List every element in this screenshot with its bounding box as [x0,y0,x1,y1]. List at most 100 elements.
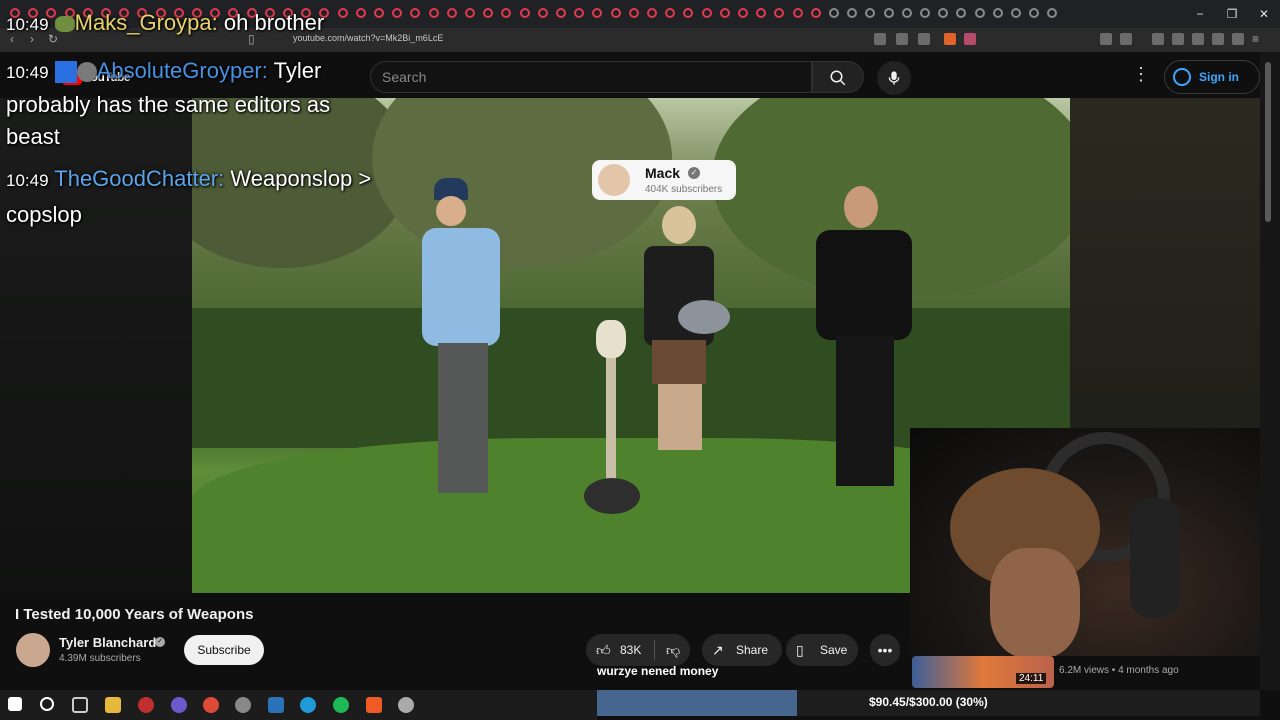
share-icon: ↗ [712,642,724,658]
tab-favicon-icon[interactable] [428,8,439,18]
tab-favicon-icon[interactable] [556,8,566,18]
tab-favicon-icon[interactable] [701,8,712,18]
reading-list-icon[interactable] [1172,33,1184,45]
tab-favicon-icon[interactable] [501,8,512,18]
tab-favicon-icon[interactable] [938,8,949,18]
tab-favicon-icon[interactable] [537,8,548,18]
tab-favicon-icon[interactable] [738,8,748,18]
chat-message: 10:49 Maks_Groypa: oh brother [6,10,324,36]
streamer-face [990,548,1080,656]
chrome-icon[interactable] [203,697,219,713]
app-icon[interactable] [138,697,154,713]
like-count[interactable]: 83K [620,634,641,666]
steam-icon[interactable] [268,697,284,713]
chat-text: Tyler [273,58,322,83]
verified-icon: ✓ [688,167,700,179]
tab-favicon-icon[interactable] [647,8,657,18]
tab-favicon-icon[interactable] [883,8,894,18]
related-video-duration: 24:11 [1016,673,1047,684]
tab-favicon-icon[interactable] [574,8,585,18]
edge-icon[interactable] [300,697,316,713]
discord-icon[interactable] [171,697,187,713]
media-icon[interactable] [1152,33,1164,45]
tab-favicon-icon[interactable] [974,8,985,18]
file-explorer-icon[interactable] [105,697,121,713]
tab-favicon-icon[interactable] [392,8,403,18]
search-input[interactable]: Search [370,61,812,93]
tab-favicon-icon[interactable] [519,8,530,18]
screen-icon[interactable] [874,33,886,45]
leo-icon[interactable] [1212,33,1224,45]
tab-favicon-icon[interactable] [810,8,821,18]
chat-time: 10:49 [6,63,49,82]
search-button[interactable] [812,61,864,93]
tab-favicon-icon[interactable] [355,8,366,18]
tab-favicon-icon[interactable] [792,8,803,18]
tab-favicon-icon[interactable] [920,8,930,18]
dislike-icon[interactable]: 👎︎ [666,634,680,666]
tab-favicon-icon[interactable] [665,8,676,18]
tab-favicon-icon[interactable] [829,8,839,18]
minimize-button[interactable]: − [1184,0,1216,28]
restore-button[interactable]: ❐ [1216,0,1248,28]
tab-favicon-icon[interactable] [1029,8,1040,18]
wallet-icon[interactable] [1192,33,1204,45]
tab-favicon-icon[interactable] [901,8,912,18]
tab-favicon-icon[interactable] [610,8,621,18]
donation-goal-bar: $90.45/$300.00 (30%) [597,690,1260,716]
close-window-button[interactable]: ✕ [1248,0,1280,28]
tab-favicon-icon[interactable] [374,8,384,18]
brave-shield-icon[interactable] [944,33,956,45]
tab-favicon-icon[interactable] [956,8,967,18]
app-icon[interactable] [398,697,414,713]
voice-search-button[interactable] [877,61,911,95]
tab-favicon-icon[interactable] [847,8,858,18]
save-button[interactable]: ▯ Save [786,634,858,666]
zoom-icon[interactable] [896,33,908,45]
start-icon[interactable] [8,697,22,711]
menu-icon[interactable]: ≡ [1252,32,1259,46]
chat-time: 10:49 [6,171,49,190]
tab-favicon-icon[interactable] [628,8,639,18]
extensions-icon[interactable] [1100,33,1112,45]
scrollbar-thumb[interactable] [1265,62,1271,222]
brave-icon[interactable] [366,697,382,713]
headset-earcup [1130,498,1180,618]
settings-more-icon[interactable]: ⋮ [1132,64,1150,85]
creator-avatar [598,164,630,196]
rewards-icon[interactable] [964,33,976,45]
tab-favicon-icon[interactable] [337,8,348,18]
share-page-icon[interactable] [918,33,930,45]
creator-name: Mack [645,165,681,181]
sidebar-icon[interactable] [1120,33,1132,45]
tab-favicon-icon[interactable] [756,8,767,18]
vpn-icon[interactable] [1232,33,1244,45]
tab-favicon-icon[interactable] [719,8,730,18]
tab-favicon-icon[interactable] [774,8,785,18]
chat-separator: : [218,166,225,191]
tab-favicon-icon[interactable] [1011,8,1021,18]
more-actions-button[interactable]: ••• [870,634,900,666]
tab-favicon-icon[interactable] [446,8,457,18]
tab-favicon-icon[interactable] [865,8,876,18]
app-icon[interactable] [235,697,251,713]
subscribe-button[interactable]: Subscribe [184,635,264,665]
task-view-icon[interactable] [72,697,88,713]
donation-goal-fill [597,690,797,716]
creator-card[interactable]: Mack ✓ 404K subscribers [592,160,736,200]
tab-favicon-icon[interactable] [483,8,494,18]
tab-favicon-icon[interactable] [592,8,603,18]
channel-name[interactable]: Tyler Blanchard [59,635,156,650]
like-icon[interactable]: 👍︎ [596,634,611,666]
channel-avatar[interactable] [16,633,50,667]
tab-favicon-icon[interactable] [465,8,475,18]
tab-favicon-icon[interactable] [683,8,694,18]
sign-in-button[interactable]: Sign in [1164,60,1260,94]
tab-favicon-icon[interactable] [410,8,421,18]
search-icon[interactable] [40,697,54,711]
tab-favicon-icon[interactable] [1047,8,1058,18]
tab-favicon-icon[interactable] [992,8,1003,18]
page-scrollbar[interactable] [1260,52,1280,690]
spotify-icon[interactable] [333,697,349,713]
share-button[interactable]: ↗ Share [702,634,782,666]
